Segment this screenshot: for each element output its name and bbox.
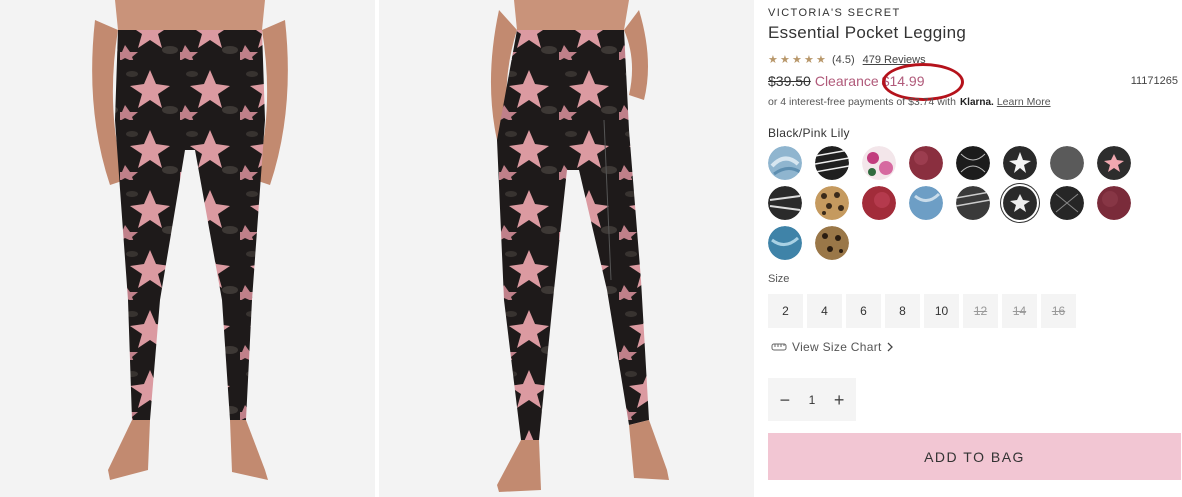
star-half-icon: ★ [816, 53, 826, 66]
swatch-black-grey-stripe[interactable] [956, 186, 990, 220]
clearance-label: Clearance [814, 73, 879, 89]
size-option-12[interactable]: 12 [963, 294, 998, 328]
front-view-illustration [0, 0, 375, 497]
back-view-illustration [379, 0, 754, 497]
star-icon: ★ [792, 53, 802, 66]
size-option-8[interactable]: 8 [885, 294, 920, 328]
swatch-black-white-abstract[interactable] [768, 186, 802, 220]
star-icon: ★ [780, 53, 790, 66]
size-chart-label: View Size Chart [792, 340, 882, 354]
swatch-black-pattern[interactable] [956, 146, 990, 180]
size-option-16[interactable]: 16 [1041, 294, 1076, 328]
product-info-panel: VICTORIA'S SECRET Essential Pocket Leggi… [768, 0, 1182, 497]
size-option-2[interactable]: 2 [768, 294, 803, 328]
rating-row: ★ ★ ★ ★ ★ (4.5) 479 Reviews [768, 54, 926, 66]
swatch-blue-tie-dye[interactable] [768, 146, 802, 180]
chevron-right-icon [887, 342, 893, 352]
swatch-charcoal[interactable] [1050, 146, 1084, 180]
product-image-back[interactable] [379, 0, 754, 497]
swatch-maroon[interactable] [1097, 186, 1131, 220]
swatch-red-tie-dye[interactable] [862, 186, 896, 220]
klarna-text: or 4 interest-free payments of $3.74 wit… [768, 96, 956, 108]
quantity-decrease-button[interactable]: − [775, 391, 795, 409]
swatch-black-pink-lily[interactable] [1097, 146, 1131, 180]
rating-value: (4.5) [832, 54, 855, 66]
sale-price: $14.99 [881, 73, 925, 89]
product-image-front[interactable] [0, 0, 375, 497]
quantity-increase-button[interactable]: + [829, 391, 849, 409]
view-size-chart-link[interactable]: View Size Chart [771, 340, 893, 354]
size-option-10[interactable]: 10 [924, 294, 959, 328]
size-options: 2 4 6 8 10 12 14 16 [768, 294, 1076, 328]
swatch-leopard[interactable] [815, 186, 849, 220]
selected-color-name: Black/Pink Lily [768, 126, 850, 140]
klarna-row: or 4 interest-free payments of $3.74 wit… [768, 96, 1051, 108]
swatch-black-pink-lily-selected[interactable] [1003, 186, 1037, 220]
swatch-pink-floral[interactable] [862, 146, 896, 180]
size-label: Size [768, 273, 790, 285]
quantity-stepper: − 1 + [768, 378, 856, 421]
swatch-blue-marble[interactable] [909, 186, 943, 220]
star-icon: ★ [768, 53, 778, 66]
original-price: $39.50 [768, 73, 811, 89]
product-title: Essential Pocket Legging [768, 23, 967, 42]
brand-name: VICTORIA'S SECRET [768, 7, 901, 19]
product-sku: 11171265 [1130, 75, 1178, 87]
add-to-bag-button[interactable]: ADD TO BAG [768, 433, 1181, 480]
learn-more-link[interactable]: Learn More [997, 96, 1051, 108]
price-row: $39.50 Clearance $14.99 11171265 [768, 73, 1180, 89]
swatch-black-print[interactable] [1050, 186, 1084, 220]
swatch-teal-marble[interactable] [768, 226, 802, 260]
quantity-value: 1 [808, 392, 816, 407]
swatch-black-pink-floral[interactable] [1003, 146, 1037, 180]
swatch-black-white-stripe[interactable] [815, 146, 849, 180]
star-icon: ★ [804, 53, 814, 66]
size-option-6[interactable]: 6 [846, 294, 881, 328]
size-option-4[interactable]: 4 [807, 294, 842, 328]
swatch-leopard-brown[interactable] [815, 226, 849, 260]
reviews-link[interactable]: 479 Reviews [863, 54, 926, 66]
size-option-14[interactable]: 14 [1002, 294, 1037, 328]
star-rating: ★ ★ ★ ★ ★ [768, 53, 827, 66]
swatch-burgundy[interactable] [909, 146, 943, 180]
ruler-icon [771, 343, 787, 351]
klarna-logo: Klarna. [959, 96, 994, 108]
